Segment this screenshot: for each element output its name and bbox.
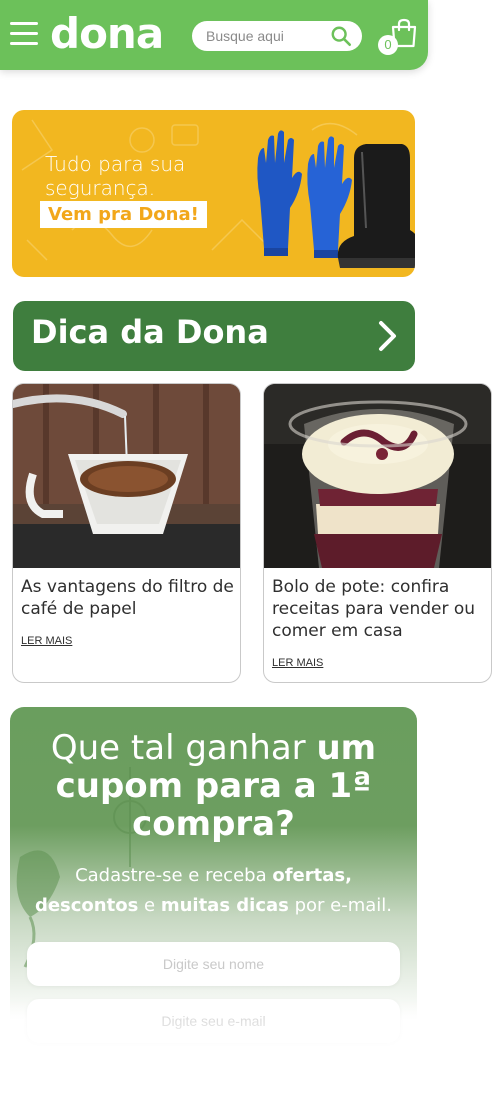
article-card[interactable]: As vantagens do filtro de café de papel … (12, 383, 241, 683)
newsletter-sub-bold: descontos (34, 895, 139, 916)
name-input[interactable] (27, 942, 400, 986)
article-card[interactable]: Bolo de pote: confira receitas para vend… (263, 383, 492, 683)
search-bar (192, 21, 362, 51)
newsletter-title: Que tal ganhar um cupom para a 1ª compra… (10, 729, 417, 843)
newsletter-subtitle: Cadastre-se e receba ofertas, descontos … (10, 861, 417, 921)
safety-gloves-boots-image (257, 130, 415, 268)
article-title: Bolo de pote: confira receitas para vend… (272, 577, 476, 641)
article-title: As vantagens do filtro de café de papel (21, 577, 234, 619)
search-icon[interactable] (330, 25, 352, 47)
banner-headline-line2: segurança. (45, 176, 156, 200)
newsletter-title-part: Que tal ganhar (50, 728, 317, 768)
newsletter-signup: Que tal ganhar um cupom para a 1ª compra… (10, 707, 417, 1047)
menu-icon[interactable] (10, 22, 38, 46)
newsletter-title-bold: compra? (132, 804, 295, 844)
site-header: dona 0 (0, 0, 428, 70)
newsletter-sub-text: Cadastre-se e receba (75, 865, 273, 886)
bolo-de-pote-image (264, 384, 491, 568)
banner-cta: Vem pra Dona! (40, 201, 207, 228)
read-more-link[interactable]: LER MAIS (21, 635, 72, 647)
cart-button[interactable]: 0 (378, 18, 420, 56)
dica-da-dona-header[interactable]: Dica da Dona (13, 301, 415, 371)
newsletter-sub-bold: muitas dicas (160, 895, 289, 916)
read-more-link[interactable]: LER MAIS (272, 657, 323, 669)
newsletter-title-bold: um (316, 728, 377, 768)
coffee-filter-image (13, 384, 240, 568)
newsletter-sub-text: e (138, 895, 161, 916)
cart-count-badge: 0 (378, 35, 398, 55)
newsletter-title-bold: cupom para a 1ª (55, 766, 372, 806)
search-input[interactable] (206, 26, 326, 46)
chevron-right-icon (379, 321, 396, 351)
banner-headline-line1: Tudo para sua (45, 152, 186, 176)
bottom-fade-overlay (0, 1000, 493, 1100)
promo-banner[interactable]: Tudo para sua segurança. Vem pra Dona! (12, 110, 415, 277)
dica-title: Dica da Dona (31, 313, 269, 351)
logo[interactable]: dona (50, 8, 164, 60)
newsletter-sub-text: por e-mail. (288, 895, 393, 916)
newsletter-sub-bold: ofertas, (272, 865, 352, 886)
